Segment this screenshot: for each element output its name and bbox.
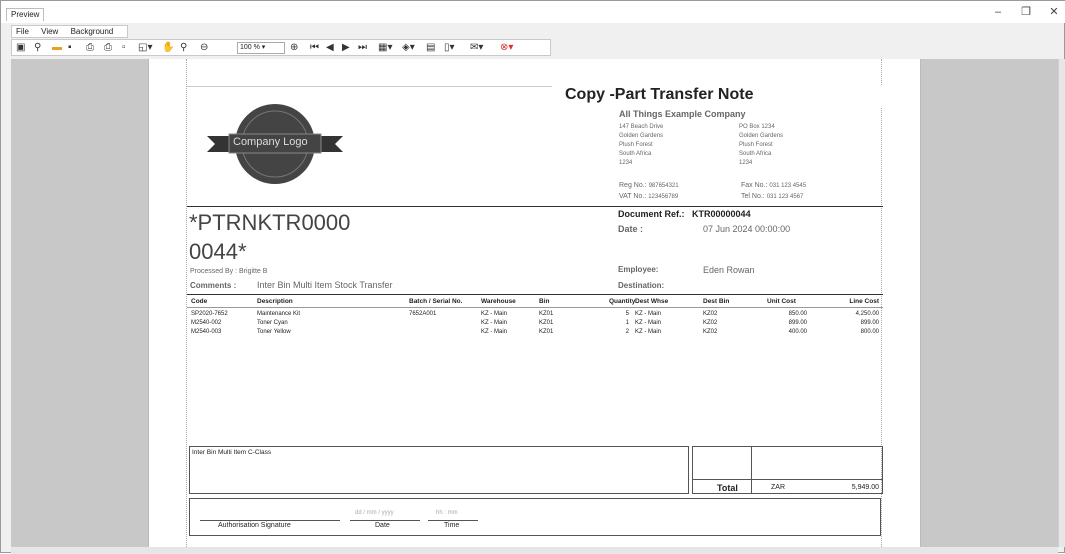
note-box: Inter Bin Multi Item C-Class	[189, 446, 689, 494]
find-icon[interactable]: ⚲	[34, 41, 41, 55]
scale-icon[interactable]: ◱▾	[138, 41, 152, 55]
col-dest-whse: Dest Whse	[635, 298, 669, 305]
doc-ref: Document Ref.: KTR00000044	[609, 207, 799, 221]
menu-background[interactable]: Background	[71, 27, 114, 36]
col-quantity: Quantity	[609, 298, 636, 305]
menu-view[interactable]: View	[41, 27, 58, 36]
window-title: Preview	[6, 8, 45, 21]
col-code: Code	[191, 298, 208, 305]
date-value: 07 Jun 2024 00:00:00	[703, 224, 791, 234]
quick-print-icon[interactable]: ⎙	[104, 41, 112, 55]
doc-title: Copy -Part Transfer Note	[552, 86, 883, 107]
barcode-line-1: *PTRNKTR0000	[189, 210, 351, 235]
minimize-button[interactable]: –	[987, 5, 1009, 19]
total-value: 5,949.00	[851, 484, 879, 491]
employee-label: Employee:	[618, 265, 659, 274]
col-batch: Batch / Serial No.	[409, 298, 463, 305]
col-unit-cost: Unit Cost	[767, 298, 796, 305]
totals-box: Total ZAR 5,949.00	[692, 446, 883, 494]
title-bar: Preview – ❐ ✕	[1, 1, 1065, 23]
signature-box: dd / mm / yyyy hh : mm Authorisation Sig…	[189, 498, 881, 536]
comments-value: Inter Bin Multi Item Stock Transfer	[257, 280, 393, 290]
employee-value: Eden Rowan	[703, 265, 755, 275]
last-page-icon[interactable]: ⏭	[358, 41, 367, 55]
export-icon[interactable]: ▯▾	[444, 41, 455, 55]
report-page: Company Logo Copy -Part Transfer Note Al…	[186, 59, 883, 547]
address-2: PO Box 1234 Golden Gardens Plush Forest Sou…	[739, 124, 784, 166]
vat-no: VAT No.: 123456789	[619, 193, 679, 200]
first-page-icon[interactable]: ⏮	[310, 41, 319, 55]
time-caption: Time	[444, 522, 460, 529]
address-1: 147 Beach Drive Golden Gardens Plush Fores…	[619, 124, 664, 166]
menu-file[interactable]: File	[16, 27, 29, 36]
date-caption: Date	[375, 522, 390, 529]
menu-bar: File View Background	[11, 25, 129, 38]
zoom-in-icon[interactable]: ⊕	[290, 41, 298, 55]
print-icon[interactable]: ⎙	[86, 41, 94, 55]
hand-tool-icon[interactable]: ✋	[162, 41, 174, 55]
toolbar: ▣ ⚲ ▬ ▪ ⎙ ⎙ ▫ ◱▾ ✋ ⚲ ⊖ 100 % ▾ ⊕ ⏮ ◀ ▶ ⏭…	[11, 39, 551, 56]
time-placeholder: hh : mm	[436, 510, 458, 516]
comments-label: Comments :	[190, 281, 237, 290]
page-setup-icon[interactable]: ▫	[122, 41, 126, 55]
save-icon[interactable]: ▪	[68, 41, 72, 55]
col-line-cost: Line Cost	[849, 298, 879, 305]
logo-text: Company Logo	[233, 136, 308, 148]
prev-page-icon[interactable]: ◀	[326, 41, 334, 55]
auth-signature-label: Authorisation Signature	[218, 522, 291, 529]
col-dest-bin: Dest Bin	[703, 298, 730, 305]
magnifier-icon[interactable]: ⚲	[180, 41, 187, 55]
open-icon[interactable]: ▬	[52, 41, 62, 55]
date-label: Date :	[618, 224, 644, 234]
date-placeholder: dd / mm / yyyy	[355, 510, 394, 516]
processed-by: Processed By : Brigitte B	[190, 268, 268, 275]
vertical-scrollbar[interactable]	[1058, 59, 1065, 547]
col-warehouse: Warehouse	[481, 298, 516, 305]
fax-no: Fax No.: 031 123 4545	[741, 182, 807, 189]
close-button[interactable]: ✕	[1043, 5, 1065, 19]
preview-window: Preview – ❐ ✕ File View Background ▣ ⚲ ▬…	[0, 0, 1065, 554]
background-icon[interactable]: ◈▾	[402, 41, 415, 55]
destination-label: Destination:	[618, 281, 665, 290]
close-preview-icon[interactable]: ⊗▾	[500, 41, 513, 55]
multipage-icon[interactable]: ▦▾	[378, 41, 392, 55]
col-bin: Bin	[539, 298, 550, 305]
total-currency: ZAR	[771, 484, 785, 491]
send-email-icon[interactable]: ✉▾	[470, 41, 483, 55]
note-text: Inter Bin Multi Item C-Class	[192, 449, 272, 456]
total-label: Total	[717, 483, 738, 493]
watermark-icon[interactable]: ▤	[426, 41, 435, 55]
col-description: Description	[257, 298, 293, 305]
barcode-line-2: 0044*	[189, 239, 247, 264]
company-name: All Things Example Company	[619, 109, 746, 119]
zoom-select[interactable]: 100 % ▾	[237, 42, 285, 54]
reg-no: Reg No.: 987654321	[619, 182, 679, 189]
tel-no: Tel No.: 031 123 4567	[741, 193, 804, 200]
thumbnails-icon[interactable]: ▣	[16, 41, 25, 55]
maximize-button[interactable]: ❐	[1015, 5, 1037, 19]
zoom-out-icon[interactable]: ⊖	[200, 41, 208, 55]
next-page-icon[interactable]: ▶	[342, 41, 350, 55]
